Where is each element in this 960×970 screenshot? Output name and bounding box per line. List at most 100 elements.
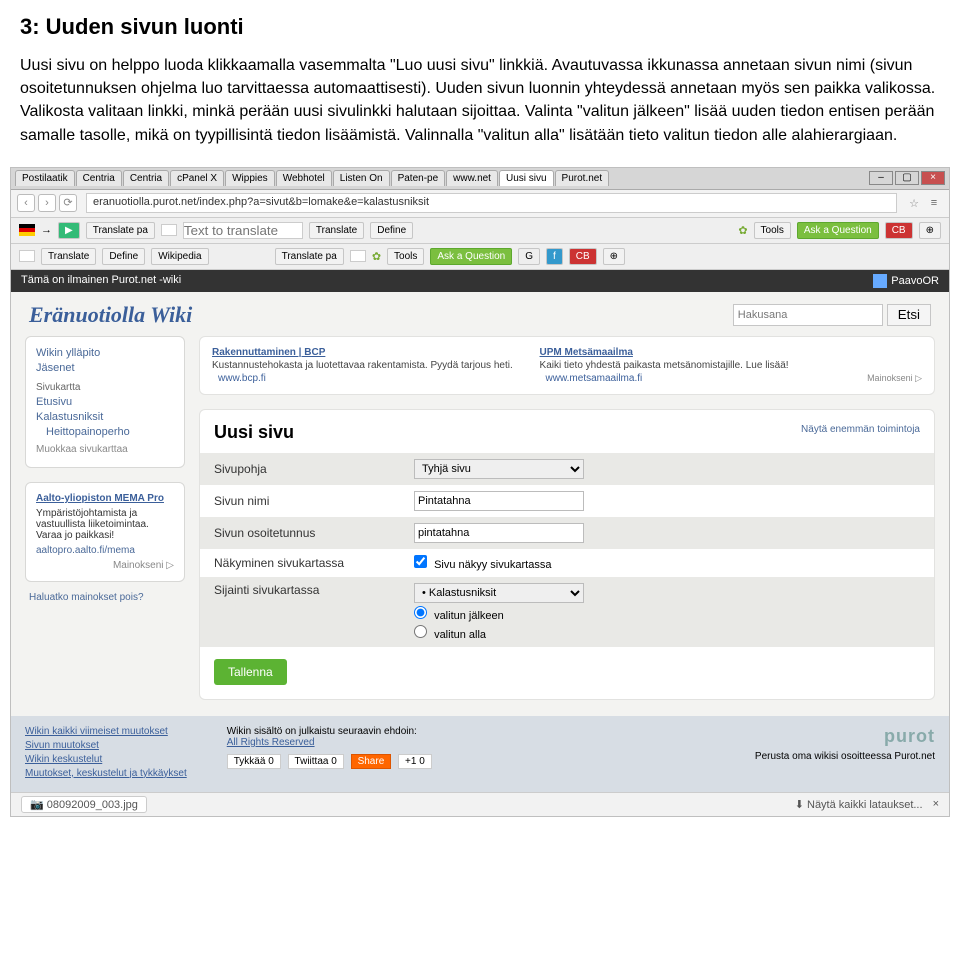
bookmark-icon[interactable]: ☆ (909, 197, 919, 210)
footer-link-3[interactable]: Wikin keskustelut (25, 754, 187, 765)
window-controls: – ▢ × (867, 171, 945, 185)
radio-after-label: valitun jälkeen (434, 610, 504, 622)
doc-paragraph: Uusi sivu on helppo luoda klikkaamalla v… (20, 54, 940, 147)
footer-pub-text: Wikin sisältö on julkaistu seuraavin ehd… (227, 726, 436, 737)
sidebar-item-kalastusniksit[interactable]: Kalastusniksit (36, 411, 174, 423)
visibility-checkbox[interactable] (414, 555, 427, 568)
forward-icon[interactable]: › (38, 194, 56, 212)
tab-5[interactable]: Webhotel (276, 170, 332, 186)
ad1-title[interactable]: Rakennuttaminen | BCP (212, 347, 325, 358)
sidebar-sitemap-heading: Sivukartta (36, 382, 174, 393)
footer-start-text[interactable]: Perusta oma wikisi osoitteessa Purot.net (755, 751, 935, 762)
location-select[interactable]: • Kalastusniksit (414, 583, 584, 603)
like-button[interactable]: Tykkää 0 (227, 754, 281, 769)
search-input[interactable] (733, 304, 883, 326)
tab-8[interactable]: www.net (446, 170, 498, 186)
arrow-icon: → (41, 224, 52, 236)
tab-10[interactable]: Purot.net (555, 170, 610, 186)
tab-4[interactable]: Wippies (225, 170, 275, 186)
define2-button[interactable]: Define (102, 248, 145, 265)
sidebar-admin-link[interactable]: Wikin ylläpito (36, 347, 174, 359)
plusone-button[interactable]: +1 0 (398, 754, 432, 769)
close-icon[interactable]: × (921, 171, 945, 185)
flag-fi3-icon[interactable] (350, 250, 366, 262)
sidebar-edit-sitemap[interactable]: Muokkaa sivukarttaa (36, 444, 174, 455)
search-button[interactable]: Etsi (887, 304, 931, 326)
radio-after[interactable] (414, 606, 427, 619)
show-more-link[interactable]: Näytä enemmän toimintoja (801, 424, 920, 435)
play-button[interactable]: ▶ (58, 222, 80, 239)
ad2-text: Kaiki tieto yhdestä paikasta metsänomist… (540, 360, 854, 371)
translate-to-select[interactable]: Translate pa (275, 248, 344, 265)
flag-fi-icon[interactable] (161, 224, 177, 236)
ad2-url[interactable]: www.metsamaailma.fi (546, 373, 848, 384)
fb-icon[interactable]: f (546, 248, 563, 265)
user-avatar-icon[interactable] (873, 274, 887, 288)
footer-link-2[interactable]: Sivun muutokset (25, 740, 187, 751)
ad1-url[interactable]: www.bcp.fi (218, 373, 520, 384)
user-link[interactable]: PaavoOR (891, 275, 939, 287)
pagename-input[interactable] (414, 491, 584, 511)
translate2-button[interactable]: Translate (41, 248, 96, 265)
define-button[interactable]: Define (370, 222, 413, 239)
wiki-page: Eränuotiolla Wiki Etsi Wikin ylläpito Jä… (11, 292, 949, 792)
translate-from-select[interactable]: Translate pa (86, 222, 155, 239)
footer-link-4[interactable]: Muutokset, keskustelut ja tykkäykset (25, 768, 187, 779)
reload-icon[interactable]: ⟳ (59, 194, 77, 212)
text-to-translate-input[interactable] (183, 222, 303, 239)
tab-1[interactable]: Centria (76, 170, 122, 186)
ads-marker[interactable]: Mainokseni ▷ (867, 373, 922, 384)
save-button[interactable]: Tallenna (214, 659, 287, 685)
tab-0[interactable]: Postilaatik (15, 170, 75, 186)
tools2-button[interactable]: Tools (387, 248, 424, 265)
expand2-icon[interactable]: ⊕ (603, 248, 625, 265)
close-dlbar-icon[interactable]: × (933, 798, 939, 810)
radio-under-label: valitun alla (434, 629, 486, 641)
wikipedia-button[interactable]: Wikipedia (151, 248, 208, 265)
sidebar-ad-text: Ympäristöjohtamista ja vastuullista liik… (36, 508, 174, 541)
footer-link-1[interactable]: Wikin kaikki viimeiset muutokset (25, 726, 187, 737)
download-file[interactable]: 📷 08092009_003.jpg (21, 796, 147, 813)
tab-6[interactable]: Listen On (333, 170, 390, 186)
sidebar-item-heittopainoperho[interactable]: Heittopainoperho (46, 426, 174, 438)
remove-ads-link[interactable]: Haluatko mainokset pois? (29, 592, 185, 603)
tweet-button[interactable]: Twiittaa 0 (288, 754, 344, 769)
sidebar-ad-title[interactable]: Aalto-yliopiston MEMA Pro (36, 493, 164, 504)
minimize-icon[interactable]: – (869, 171, 893, 185)
url-field[interactable]: eranuotiolla.purot.net/index.php?a=sivut… (86, 193, 897, 213)
g-icon[interactable]: G (518, 248, 540, 265)
tab-7[interactable]: Paten-pe (391, 170, 446, 186)
tab-2[interactable]: Centria (123, 170, 169, 186)
translate-button[interactable]: Translate (309, 222, 364, 239)
sidebar-ad-mark[interactable]: Mainokseni ▷ (36, 560, 174, 571)
tab-3[interactable]: cPanel X (170, 170, 224, 186)
pagename-label: Sivun nimi (214, 494, 414, 508)
footer-pub-link[interactable]: All Rights Reserved (227, 737, 436, 748)
gear2-icon[interactable]: ✿ (372, 250, 381, 263)
flag-de-icon[interactable] (19, 224, 35, 236)
ad2-title[interactable]: UPM Metsämaailma (540, 347, 633, 358)
back-icon[interactable]: ‹ (17, 194, 35, 212)
sidebar-ad-url[interactable]: aaltopro.aalto.fi/mema (36, 545, 174, 556)
cb2-icon[interactable]: CB (569, 248, 597, 265)
maximize-icon[interactable]: ▢ (895, 171, 919, 185)
tools-button[interactable]: Tools (754, 222, 791, 239)
sidebar-admin-box: Wikin ylläpito Jäsenet Sivukartta Etusiv… (25, 336, 185, 468)
ask-question2-button[interactable]: Ask a Question (430, 248, 512, 265)
expand-icon[interactable]: ⊕ (919, 222, 941, 239)
slug-input[interactable] (414, 523, 584, 543)
menu-icon[interactable]: ≡ (925, 197, 943, 209)
sidebar-members-link[interactable]: Jäsenet (36, 362, 174, 374)
address-bar: ‹ › ⟳ eranuotiolla.purot.net/index.php?a… (11, 190, 949, 218)
show-all-downloads[interactable]: ⬇ Näytä kaikki lataukset... (795, 798, 923, 811)
flag-fi2-icon[interactable] (19, 250, 35, 262)
sidebar-item-etusivu[interactable]: Etusivu (36, 396, 174, 408)
share-button[interactable]: Share (351, 754, 392, 769)
tab-9[interactable]: Uusi sivu (499, 170, 554, 186)
cb-icon[interactable]: CB (885, 222, 913, 239)
radio-under[interactable] (414, 625, 427, 638)
slug-label: Sivun osoitetunnus (214, 526, 414, 540)
gear-icon[interactable]: ✿ (738, 224, 747, 237)
ask-question-button[interactable]: Ask a Question (797, 222, 879, 239)
template-select[interactable]: Tyhjä sivu (414, 459, 584, 479)
